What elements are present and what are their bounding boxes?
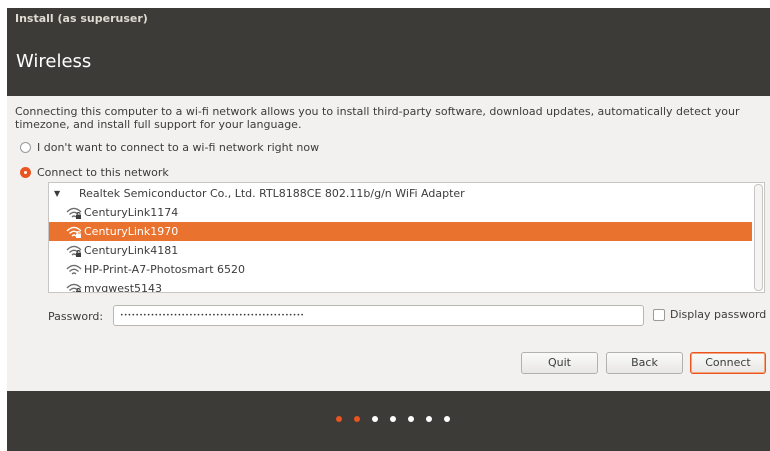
network-ssid: CenturyLink1970: [84, 225, 179, 238]
network-row[interactable]: HP-Print-A7-Photosmart 6520: [49, 260, 752, 279]
adapter-label: Realtek Semiconductor Co., Ltd. RTL8188C…: [79, 187, 465, 200]
display-password-box[interactable]: [653, 308, 665, 321]
adapter-row[interactable]: ▼ Realtek Semiconductor Co., Ltd. RTL818…: [49, 184, 752, 203]
progress-dot: [426, 416, 432, 422]
radio-no-connect-indicator[interactable]: [20, 141, 31, 153]
radio-connect[interactable]: Connect to this network: [20, 164, 169, 180]
network-ssid: CenturyLink1174: [84, 206, 179, 219]
progress-dot: [372, 416, 378, 422]
progress-dot: [444, 416, 450, 422]
window-title: Install (as superuser): [7, 8, 770, 29]
progress-dot: [336, 416, 342, 422]
network-ssid: HP-Print-A7-Photosmart 6520: [84, 263, 246, 276]
wifi-locked-icon: [66, 225, 82, 239]
network-ssid: myqwest5143: [84, 282, 163, 293]
wifi-locked-icon: [66, 244, 82, 258]
installer-window: Install (as superuser) Wireless Connecti…: [7, 8, 770, 451]
list-scrollbar[interactable]: [754, 184, 763, 291]
back-button[interactable]: Back: [606, 352, 683, 374]
password-label: Password:: [48, 310, 104, 323]
wifi-icon: [66, 263, 82, 277]
expander-triangle-icon[interactable]: ▼: [54, 189, 60, 198]
wifi-locked-icon: [66, 282, 82, 292]
display-password-checkbox[interactable]: Display password: [653, 308, 766, 321]
network-row[interactable]: myqwest5143: [49, 279, 752, 293]
network-list[interactable]: ▼ Realtek Semiconductor Co., Ltd. RTL818…: [48, 182, 765, 293]
progress-dot: [408, 416, 414, 422]
radio-connect-indicator[interactable]: [20, 166, 31, 178]
radio-no-connect[interactable]: I don't want to connect to a wi-fi netwo…: [20, 139, 319, 155]
progress-dot: [354, 416, 360, 422]
quit-button[interactable]: Quit: [521, 352, 598, 374]
network-row[interactable]: CenturyLink1970: [49, 222, 752, 241]
connect-button[interactable]: Connect: [690, 352, 766, 374]
page-title: Wireless: [16, 51, 92, 72]
page-header: Wireless: [7, 29, 770, 96]
password-input[interactable]: ••••••••••••••••••••••••••••••••••••••••…: [113, 305, 644, 326]
display-password-label[interactable]: Display password: [670, 308, 766, 321]
progress-dots: [336, 416, 462, 422]
network-row[interactable]: CenturyLink1174: [49, 203, 752, 222]
intro-text: Connecting this computer to a wi-fi netw…: [15, 105, 740, 131]
wifi-locked-icon: [66, 206, 82, 220]
network-row[interactable]: CenturyLink4181: [49, 241, 752, 260]
radio-connect-label[interactable]: Connect to this network: [37, 166, 169, 179]
radio-no-connect-label[interactable]: I don't want to connect to a wi-fi netwo…: [37, 141, 319, 154]
network-ssid: CenturyLink4181: [84, 244, 179, 257]
progress-dot: [390, 416, 396, 422]
progress-footer: [7, 391, 770, 451]
